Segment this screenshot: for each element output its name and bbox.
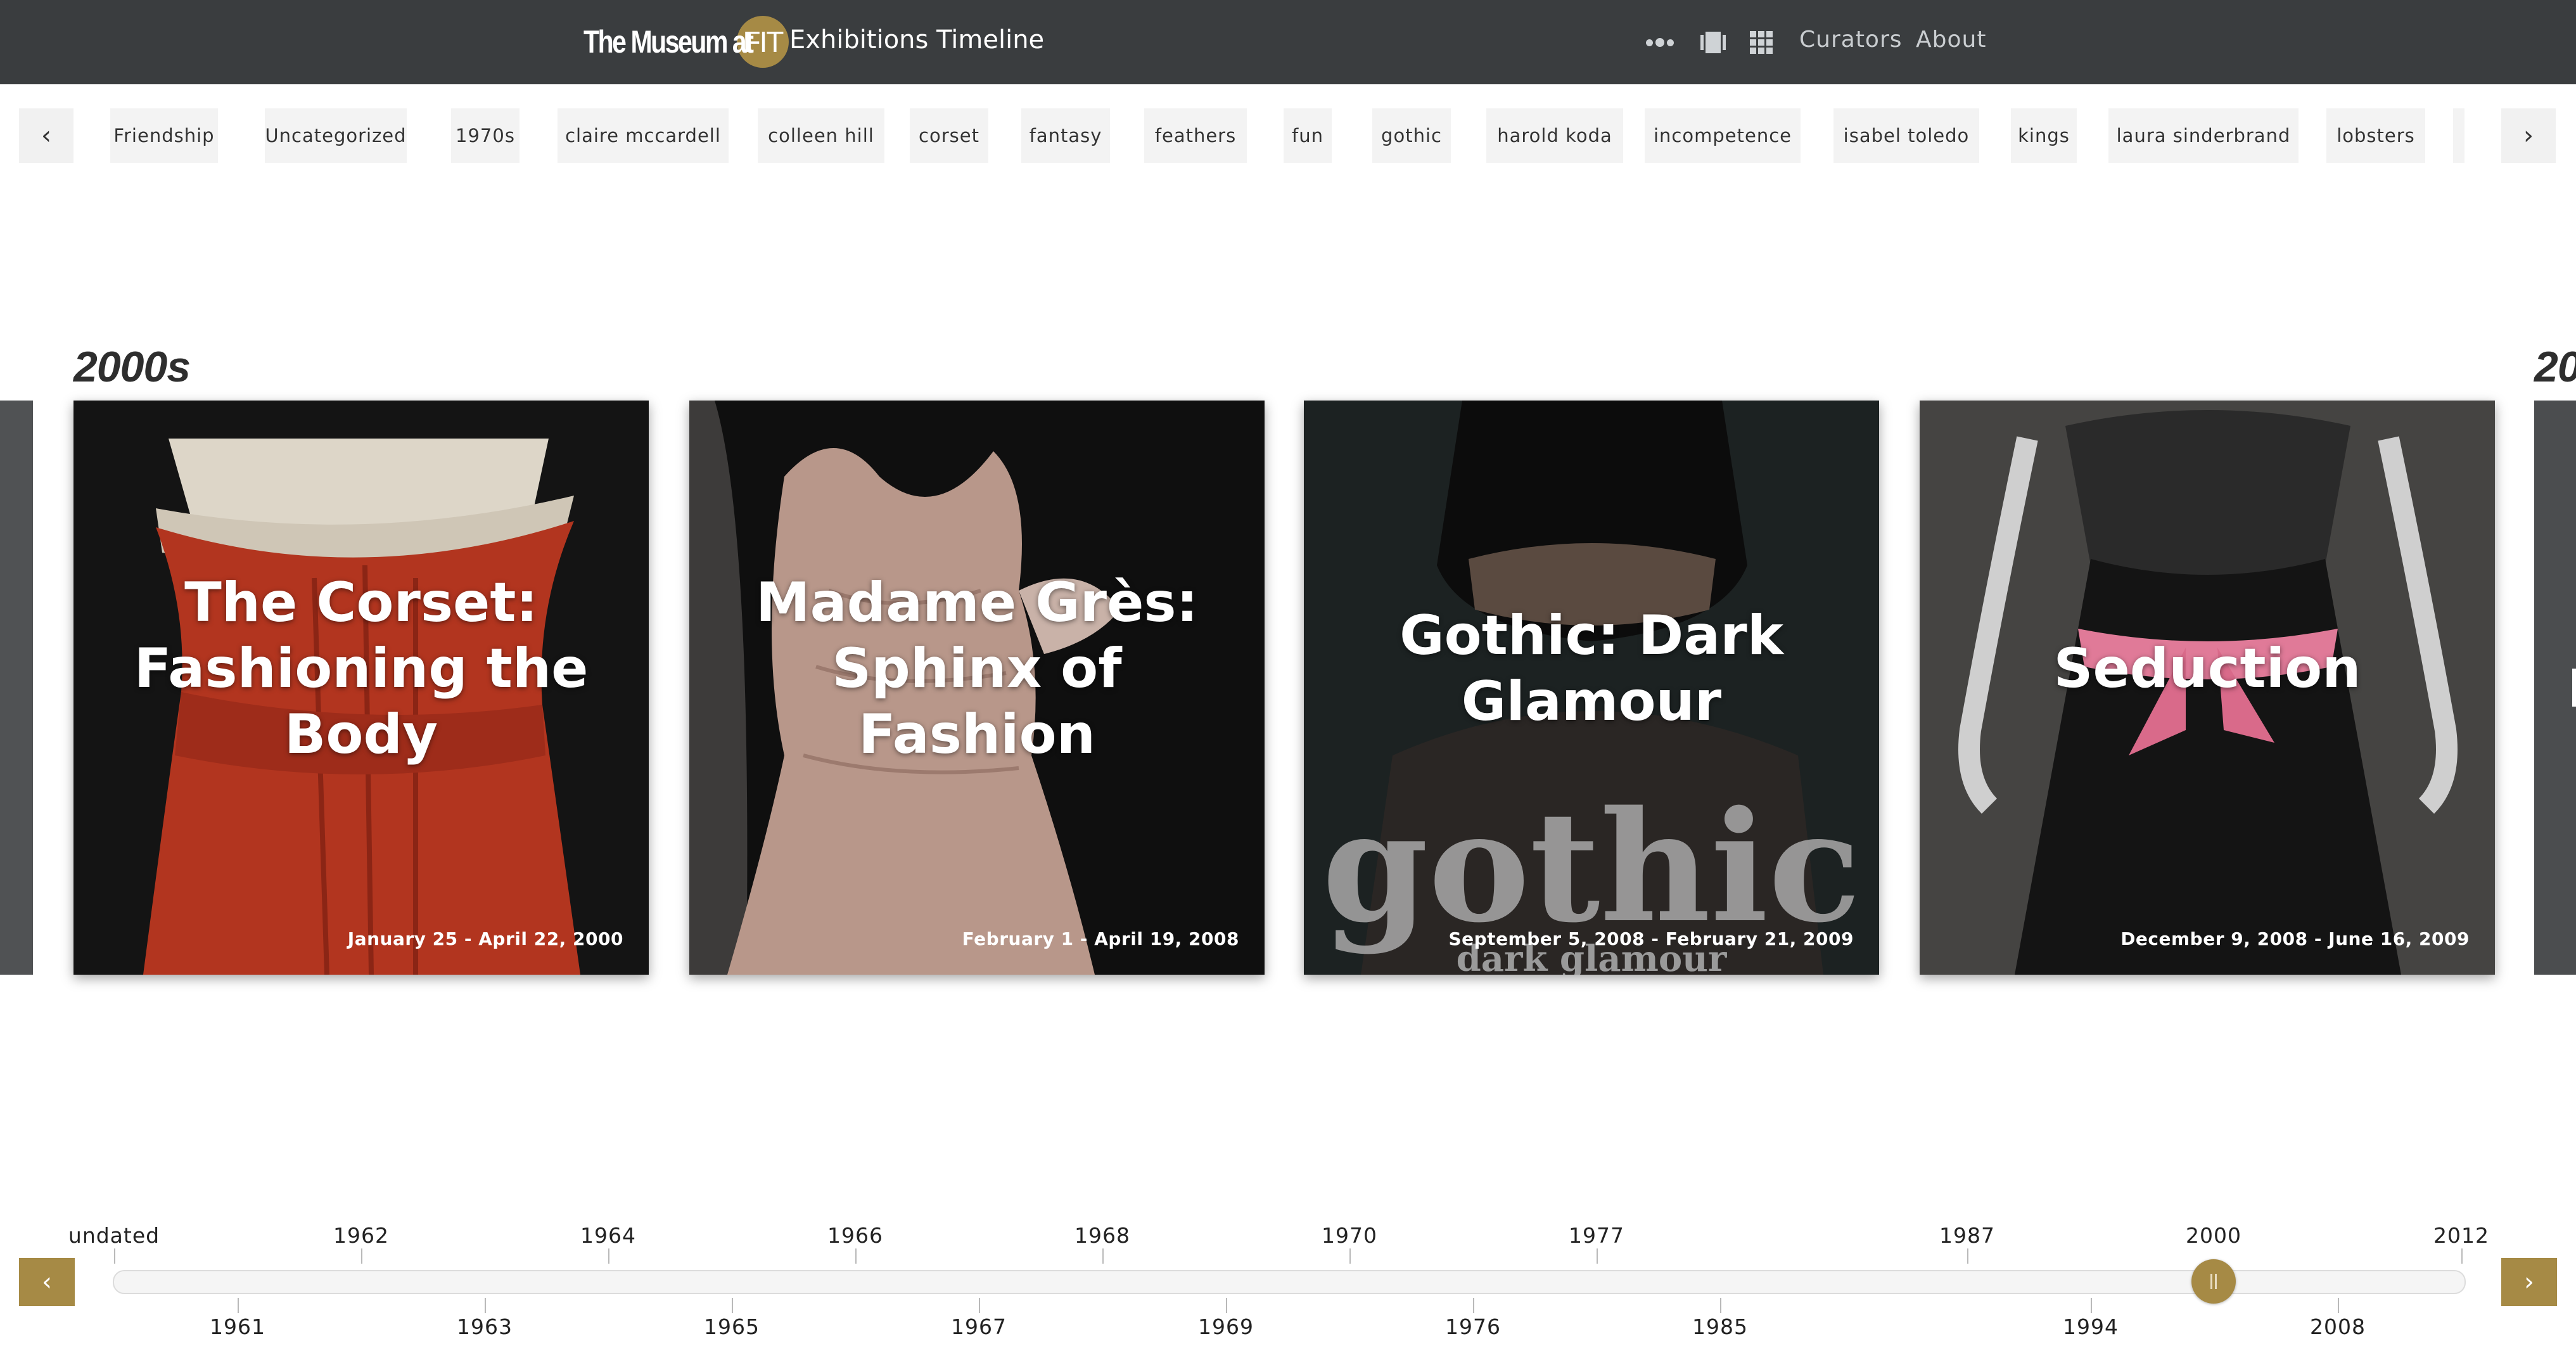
nav-curators-link[interactable]: Curators: [1799, 27, 1903, 53]
slides-view-icon[interactable]: [1700, 30, 1726, 55]
view-switcher: [1646, 30, 1773, 55]
partial-card-title-glyph: [2572, 669, 2576, 707]
timeline-slider-handle[interactable]: [2191, 1259, 2236, 1304]
exhibition-title: The Corset: Fashioning the Body: [134, 571, 589, 766]
exhibition-dates: February 1 - April 19, 2008: [962, 928, 1239, 949]
timeline-label-1961[interactable]: 1961: [210, 1314, 265, 1339]
partial-card-date: 4: [0, 1328, 12, 1347]
exhibition-title: Madame Grès: Sphinx of Fashion: [756, 571, 1198, 766]
timeline-label-2012[interactable]: 2012: [2433, 1223, 2489, 1248]
timeline-tick: [114, 1248, 115, 1264]
tag-list: Friendship Uncategorized 1970s claire mc…: [101, 108, 2464, 163]
timeline-label-1965[interactable]: 1965: [704, 1314, 760, 1339]
decade-heading: 2000s: [73, 343, 191, 391]
top-navbar: The Museum at FIT Exhibitions Timeline C…: [0, 0, 2576, 84]
timeline-label-1963[interactable]: 1963: [457, 1314, 513, 1339]
tag-friendship[interactable]: Friendship: [110, 108, 218, 163]
exhibition-title: Gothic: Dark Glamour: [1400, 604, 1783, 733]
timeline-label-2008[interactable]: 2008: [2310, 1314, 2366, 1339]
tag-gothic[interactable]: gothic: [1372, 108, 1451, 163]
tag-lobsters[interactable]: lobsters: [2326, 108, 2425, 163]
timeline-tick: [1720, 1298, 1721, 1313]
tag-filter-bar: ‹ Friendship Uncategorized 1970s claire …: [0, 84, 2576, 174]
next-exhibition-card-partial[interactable]: [2534, 401, 2576, 975]
grid-view-icon[interactable]: [1750, 30, 1773, 55]
exhibition-card[interactable]: gothic dark glamour Gothic: Dark Glamour…: [1304, 401, 1879, 975]
tag-colleen-hill[interactable]: colleen hill: [758, 108, 884, 163]
timeline-label-1969[interactable]: 1969: [1198, 1314, 1254, 1339]
tag-corset[interactable]: corset: [910, 108, 988, 163]
timeline-dots-icon[interactable]: [1646, 30, 1676, 55]
exhibition-dates: January 25 - April 22, 2000: [347, 928, 623, 949]
timeline-prev-button[interactable]: ‹: [19, 1258, 75, 1306]
timeline-label-1964[interactable]: 1964: [580, 1223, 636, 1248]
timeline-tick: [1102, 1248, 1104, 1264]
exhibition-dates: September 5, 2008 - February 21, 2009: [1448, 928, 1854, 949]
timeline-label-1968[interactable]: 1968: [1074, 1223, 1130, 1248]
next-decade-heading-partial: 20: [2534, 343, 2576, 391]
timeline-tick: [238, 1298, 239, 1313]
tag-kings[interactable]: kings: [2011, 108, 2077, 163]
tag-fun[interactable]: fun: [1284, 108, 1332, 163]
chevron-left-icon: ‹: [41, 121, 51, 150]
timeline-label-1985[interactable]: 1985: [1692, 1314, 1748, 1339]
timeline-label-1962[interactable]: 1962: [333, 1223, 389, 1248]
timeline-tick: [485, 1298, 486, 1313]
tag-isabel-toledo[interactable]: isabel toledo: [1833, 108, 1979, 163]
timeline-label-1994[interactable]: 1994: [2063, 1314, 2119, 1339]
exhibition-card[interactable]: Madame Grès: Sphinx of Fashion February …: [689, 401, 1265, 975]
site-title[interactable]: Exhibitions Timeline: [789, 25, 1044, 55]
exhibition-card[interactable]: The Corset: Fashioning the Body January …: [73, 401, 649, 975]
timeline-slider-track[interactable]: [113, 1270, 2466, 1294]
timeline-label-1977[interactable]: 1977: [1569, 1223, 1624, 1248]
timeline-label-1987[interactable]: 1987: [1939, 1223, 1995, 1248]
timeline-label-2000[interactable]: 2000: [2186, 1223, 2241, 1248]
timeline-label-1976[interactable]: 1976: [1445, 1314, 1501, 1339]
tag-fantasy[interactable]: fantasy: [1021, 108, 1110, 163]
timeline-tick: [855, 1248, 857, 1264]
tag-harold-koda[interactable]: harold koda: [1486, 108, 1623, 163]
exhibition-dates: December 9, 2008 - June 16, 2009: [2120, 928, 2470, 949]
timeline-label-1970[interactable]: 1970: [1322, 1223, 1377, 1248]
timeline-tick: [1967, 1248, 1968, 1264]
tag-laura-sinderbrand[interactable]: laura sinderbrand: [2108, 108, 2299, 163]
timeline-tick: [1597, 1248, 1598, 1264]
timeline-tick: [2091, 1298, 2092, 1313]
tag-claire-mccardell[interactable]: claire mccardell: [558, 108, 729, 163]
previous-exhibition-card-partial[interactable]: 4: [0, 401, 33, 1347]
timeline-next-button[interactable]: ›: [2501, 1258, 2557, 1306]
tag-incompetence[interactable]: incompetence: [1645, 108, 1801, 163]
tag-partial[interactable]: [2453, 108, 2464, 163]
timeline-tick: [608, 1248, 609, 1264]
timeline-tick: [1226, 1298, 1227, 1313]
tag-feathers[interactable]: feathers: [1144, 108, 1247, 163]
tag-1970s[interactable]: 1970s: [451, 108, 520, 163]
timeline-tick: [979, 1298, 980, 1313]
chevron-right-icon: ›: [2524, 1267, 2534, 1297]
nav-about-link[interactable]: About: [1916, 27, 1986, 53]
timeline-tick: [2338, 1298, 2339, 1313]
timeline-label-1966[interactable]: 1966: [827, 1223, 883, 1248]
timeline-label-undated[interactable]: undated: [68, 1223, 160, 1248]
timeline-tick: [1349, 1248, 1351, 1264]
timeline-tick: [2461, 1248, 2463, 1264]
timeline-label-1967[interactable]: 1967: [951, 1314, 1007, 1339]
chevron-right-icon: ›: [2523, 121, 2534, 150]
timeline-tick: [1473, 1298, 1474, 1313]
tag-scroll-prev-button[interactable]: ‹: [19, 108, 73, 163]
timeline-tick: [732, 1298, 733, 1313]
museum-logo[interactable]: The Museum at FIT: [583, 14, 789, 70]
tag-scroll-next-button[interactable]: ›: [2501, 108, 2556, 163]
chevron-left-icon: ‹: [42, 1267, 52, 1297]
logo-wordmark: The Museum at: [583, 24, 754, 60]
exhibition-card[interactable]: Seduction December 9, 2008 - June 16, 20…: [1920, 401, 2495, 975]
timeline-tick: [361, 1248, 362, 1264]
tag-uncategorized[interactable]: Uncategorized: [265, 108, 407, 163]
exhibition-title: Seduction: [2053, 637, 2361, 700]
